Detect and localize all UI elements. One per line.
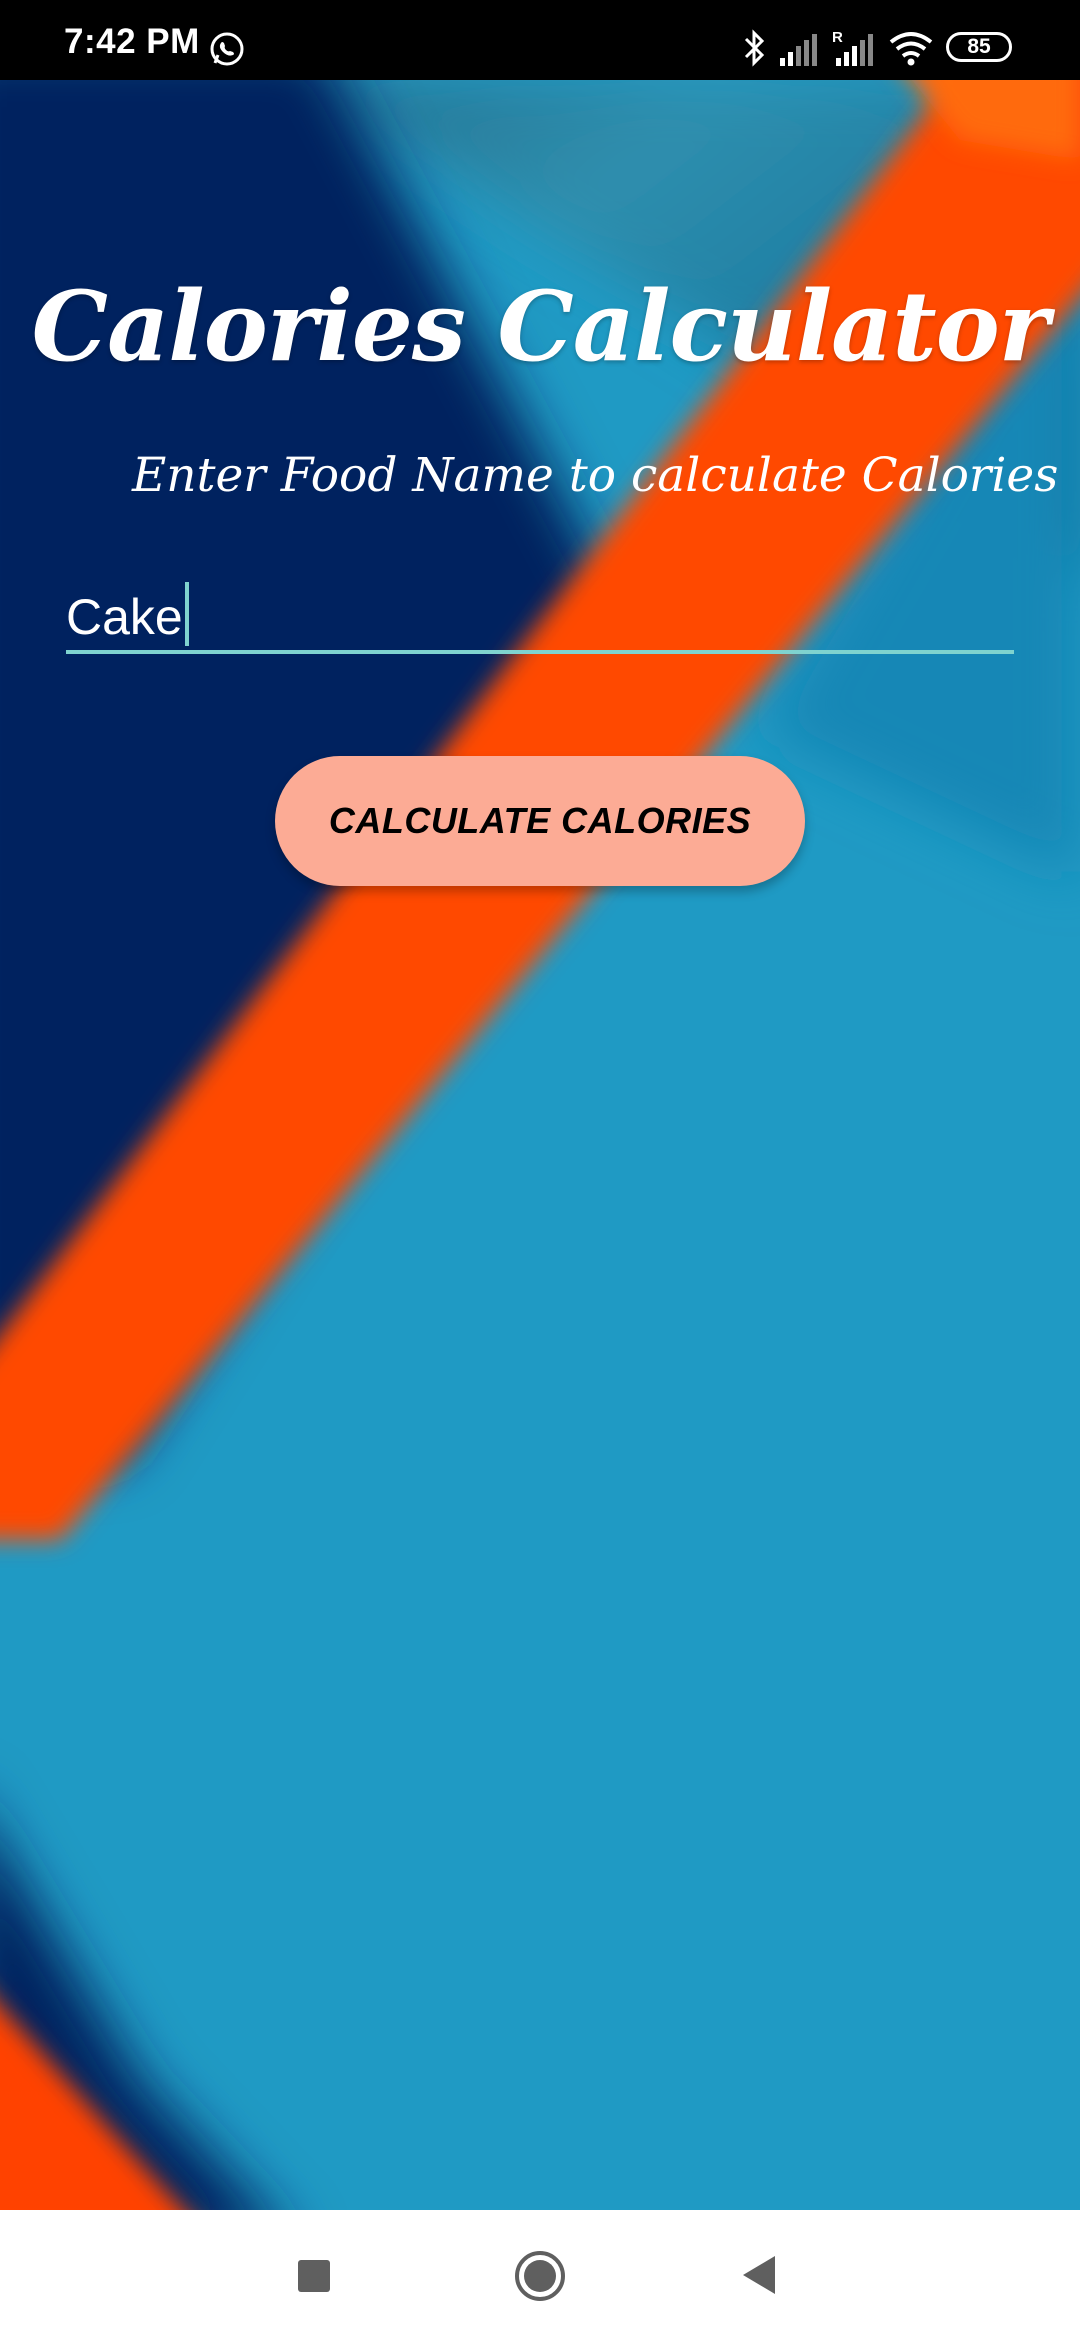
- app-screen: 7:42 PM R 85 Calories Calculator Enter F…: [0, 0, 1080, 2340]
- calculate-calories-button[interactable]: CALCULATE CALORIES: [275, 756, 805, 886]
- signal-icon: [780, 34, 817, 66]
- status-time: 7:42 PM: [64, 22, 200, 61]
- status-bar: 7:42 PM R 85: [0, 0, 1080, 80]
- recent-apps-icon[interactable]: [297, 2259, 331, 2293]
- whatsapp-icon: [210, 32, 244, 66]
- food-name-input[interactable]: [66, 574, 1014, 654]
- roaming-label: R: [832, 29, 843, 46]
- bluetooth-icon: [744, 29, 765, 67]
- battery-level: 85: [967, 35, 991, 58]
- battery-icon: 85: [946, 32, 1012, 62]
- app-title: Calories Calculator: [31, 270, 1050, 383]
- background-art: [0, 80, 1080, 2210]
- back-icon[interactable]: [741, 2254, 777, 2296]
- wifi-icon: [889, 32, 933, 66]
- navigation-bar: [0, 2210, 1080, 2340]
- food-name-text: Cake: [66, 589, 183, 645]
- text-cursor: [184, 582, 189, 646]
- signal-roaming-icon: R: [832, 29, 873, 66]
- food-name-value[interactable]: Cake: [66, 582, 189, 646]
- home-icon[interactable]: [514, 2250, 566, 2302]
- subtitle: Enter Food Name to calculate Calories: [132, 448, 1059, 503]
